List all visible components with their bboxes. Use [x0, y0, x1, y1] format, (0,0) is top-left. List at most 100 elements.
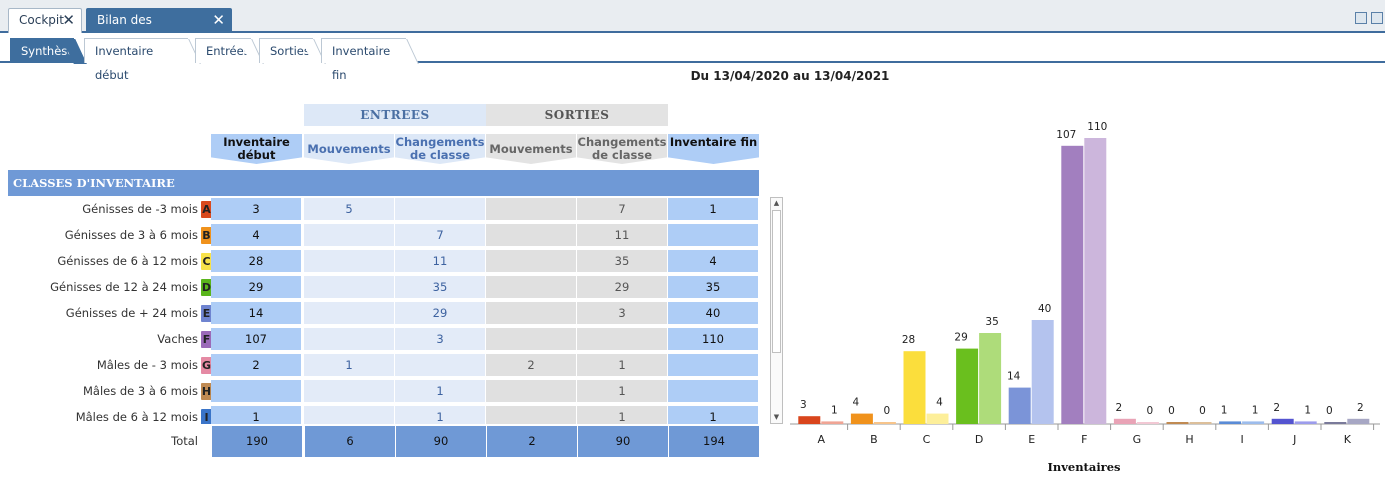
- cell-sorties-mouvements: [486, 328, 576, 350]
- bar-A-fin[interactable]: [821, 421, 844, 424]
- bar-D-debut[interactable]: [956, 348, 979, 424]
- cell-inventaire-fin: 1: [668, 198, 758, 220]
- cell-entrees-mouvements: [304, 276, 394, 298]
- bar-C-fin[interactable]: [926, 413, 949, 424]
- subtab-synthese[interactable]: Synthèse: [10, 38, 74, 63]
- cell-sorties-changements: [577, 328, 667, 350]
- cell-sorties-mouvements: 2: [486, 354, 576, 376]
- col-header-inventaire-fin: Inventaire fin: [668, 134, 759, 164]
- cell-inventaire-debut: 2: [211, 354, 301, 376]
- cell-sorties-changements: 11: [577, 224, 667, 246]
- data-label: 35: [985, 316, 998, 328]
- bar-A-debut[interactable]: [798, 416, 821, 424]
- bar-J-fin[interactable]: [1294, 421, 1317, 424]
- cell-entrees-changements: [395, 198, 485, 220]
- bar-E-debut[interactable]: [1008, 387, 1031, 424]
- total-cell-inventaire-debut: 190: [211, 426, 302, 457]
- row-label: Génisses de 6 à 12 mois: [57, 254, 198, 268]
- total-cell-inventaire-fin: 194: [668, 426, 759, 457]
- bar-J-debut[interactable]: [1271, 418, 1294, 424]
- table-row: Mâles de - 3 mois G 2 1 2 1: [8, 354, 768, 376]
- data-label: 29: [954, 332, 967, 344]
- bar-B-debut[interactable]: [850, 413, 873, 424]
- data-label: 40: [1038, 303, 1051, 315]
- col-header-entrees-mouvements: Mouvements: [304, 134, 394, 164]
- data-label: 1: [831, 404, 838, 416]
- cell-inventaire-fin: 40: [668, 302, 758, 324]
- bar-B-fin[interactable]: [873, 422, 896, 424]
- cell-sorties-mouvements: [486, 276, 576, 298]
- cell-inventaire-debut: 28: [211, 250, 301, 272]
- data-label: 14: [1007, 371, 1021, 383]
- data-label: 107: [1056, 129, 1076, 141]
- tab-bilan-des-mouvements[interactable]: Bilan des mouvements ✕: [86, 8, 232, 50]
- subtab-sorties[interactable]: Sorties: [259, 38, 313, 63]
- window-controls: [1351, 12, 1383, 26]
- scroll-thumb[interactable]: [772, 210, 781, 353]
- x-tick-label: E: [1028, 433, 1035, 446]
- data-label: 0: [884, 405, 891, 417]
- bar-C-debut[interactable]: [903, 351, 926, 424]
- data-label: 110: [1087, 121, 1107, 133]
- scroll-up-icon[interactable]: ▲: [772, 199, 781, 208]
- tab-cockpit-label: Cockpit: [19, 13, 64, 27]
- bar-F-fin[interactable]: [1084, 138, 1107, 424]
- bar-I-debut[interactable]: [1219, 421, 1242, 424]
- data-label: 1: [1252, 404, 1259, 416]
- bar-F-debut[interactable]: [1061, 145, 1084, 425]
- scroll-down-icon[interactable]: ▼: [772, 413, 781, 422]
- bar-G-debut[interactable]: [1113, 418, 1136, 424]
- cell-entrees-mouvements: [304, 328, 394, 350]
- tab-cockpit[interactable]: Cockpit ✕: [8, 8, 82, 33]
- bar-H-debut[interactable]: [1166, 422, 1189, 424]
- row-label: Mâles de 3 à 6 mois: [83, 384, 198, 398]
- cell-entrees-mouvements: 5: [304, 198, 394, 220]
- cell-sorties-mouvements: [486, 302, 576, 324]
- x-tick-label: I: [1240, 433, 1243, 446]
- cell-inventaire-debut: 4: [211, 224, 301, 246]
- restore-icon[interactable]: [1371, 12, 1383, 24]
- row-label: Vaches: [157, 332, 198, 346]
- cell-entrees-mouvements: [304, 380, 394, 402]
- cell-sorties-mouvements: [486, 224, 576, 246]
- bar-I-fin[interactable]: [1242, 421, 1265, 424]
- table-row: Mâles de 6 à 12 mois I 1 1 1 1: [8, 406, 768, 424]
- total-cell-sorties-changements: 90: [577, 426, 668, 457]
- subtab-inventaire-fin[interactable]: Inventaire fin: [321, 38, 406, 82]
- row-label: Mâles de - 3 mois: [96, 358, 198, 372]
- cell-entrees-changements: 35: [395, 276, 485, 298]
- bar-H-fin[interactable]: [1189, 422, 1212, 424]
- cell-sorties-changements: 3: [577, 302, 667, 324]
- bar-K-fin[interactable]: [1347, 418, 1370, 424]
- bar-K-debut[interactable]: [1324, 422, 1347, 424]
- close-icon[interactable]: ✕: [62, 9, 75, 32]
- bar-E-fin[interactable]: [1031, 320, 1054, 424]
- data-label: 0: [1326, 405, 1333, 417]
- data-label: 0: [1147, 405, 1154, 417]
- cell-sorties-mouvements: [486, 406, 576, 424]
- close-icon[interactable]: ✕: [212, 9, 225, 32]
- cell-inventaire-debut: 29: [211, 276, 301, 298]
- bar-G-fin[interactable]: [1136, 422, 1159, 424]
- cell-entrees-changements: 1: [395, 380, 485, 402]
- cell-sorties-changements: 1: [577, 380, 667, 402]
- table-row: Génisses de -3 mois A 3 5 7 1: [8, 198, 768, 220]
- table-scrollbar[interactable]: ▲ ▼: [770, 197, 783, 424]
- x-tick-label: F: [1081, 433, 1087, 446]
- x-tick-label: A: [818, 433, 826, 446]
- data-label: 0: [1168, 405, 1175, 417]
- cell-inventaire-debut: 3: [211, 198, 301, 220]
- cell-sorties-mouvements: [486, 250, 576, 272]
- subtab-inventaire-debut[interactable]: Inventaire début: [84, 38, 188, 82]
- x-tick-label: K: [1344, 433, 1352, 446]
- total-row: Total 190 6 90 2 90 194: [8, 426, 768, 457]
- table-row: Génisses de + 24 mois E 14 29 3 40: [8, 302, 768, 324]
- cell-sorties-mouvements: [486, 380, 576, 402]
- section-title-classes: CLASSES D'INVENTAIRE: [8, 170, 759, 196]
- group-header-entrees: ENTREES: [304, 104, 486, 126]
- subtab-entrees[interactable]: Entrées: [195, 38, 251, 63]
- data-label: 2: [1116, 402, 1123, 414]
- cell-sorties-changements: 1: [577, 406, 667, 424]
- bar-D-fin[interactable]: [979, 333, 1002, 424]
- minimize-icon[interactable]: [1355, 12, 1367, 24]
